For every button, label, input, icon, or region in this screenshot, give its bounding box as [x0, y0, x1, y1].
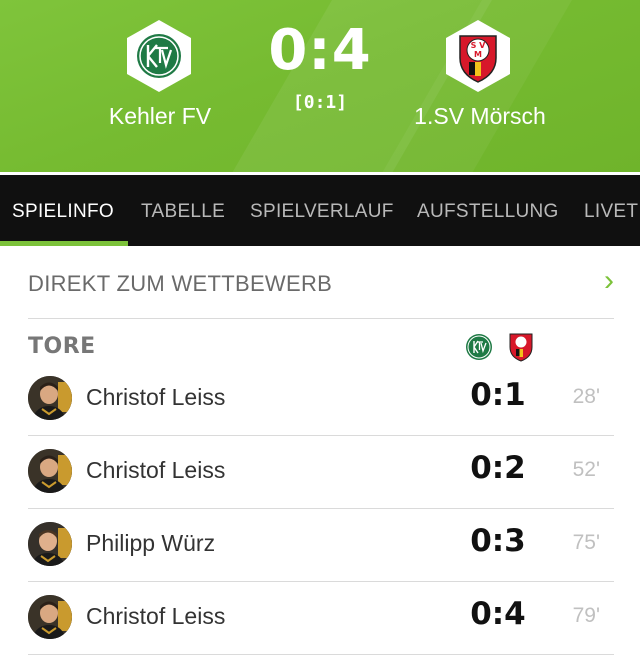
player-avatar — [28, 376, 72, 420]
goal-minute: 52' — [572, 458, 600, 481]
svg-text:S V: S V — [471, 41, 487, 50]
tab-aufstellung[interactable]: AUFSTELLUNG — [417, 201, 559, 223]
scorer-name[interactable]: Christof Leiss — [86, 384, 225, 411]
goal-score: 0:1 — [470, 377, 526, 413]
home-team-mini-crest-icon — [465, 332, 493, 362]
goal-minute: 28' — [572, 385, 600, 408]
scorer-name[interactable]: Philipp Würz — [86, 530, 215, 557]
player-avatar — [28, 595, 72, 639]
home-team-name[interactable]: Kehler FV — [50, 103, 270, 130]
goal-row[interactable]: Christof Leiss 0:4 79' — [28, 582, 614, 655]
goal-minute: 79' — [572, 604, 600, 627]
away-team-mini-crest-icon — [507, 332, 535, 362]
tab-tabelle[interactable]: TABELLE — [141, 201, 225, 223]
away-team-crest-icon[interactable]: S V M — [443, 18, 513, 94]
tab-spielinfo[interactable]: SPIELINFO — [12, 201, 114, 223]
tab-bar: SPIELINFO TABELLE SPIELVERLAUF AUFSTELLU… — [0, 172, 640, 246]
scorer-name[interactable]: Christof Leiss — [86, 603, 225, 630]
competition-link[interactable]: DIREKT ZUM WETTBEWERB › — [28, 246, 614, 319]
match-score: 0:4 — [268, 18, 372, 83]
tab-liveticker[interactable]: LIVET — [584, 201, 638, 223]
chevron-right-icon: › — [604, 264, 614, 297]
goal-score: 0:4 — [470, 596, 526, 632]
match-header: Kehler FV 0:4 [0:1] S V M 1.SV Mörsch — [0, 0, 640, 172]
halftime-score: [0:1] — [292, 92, 348, 113]
goal-row[interactable]: Christof Leiss 0:1 28' — [28, 363, 614, 436]
home-team-crest-icon[interactable] — [124, 18, 194, 94]
match-info-card: DIREKT ZUM WETTBEWERB › TORE Christof Le… — [0, 246, 640, 665]
goals-title: TORE — [28, 334, 96, 359]
scorer-name[interactable]: Christof Leiss — [86, 457, 225, 484]
tab-spielverlauf[interactable]: SPIELVERLAUF — [250, 201, 394, 223]
goal-row[interactable]: Christof Leiss 0:2 52' — [28, 436, 614, 509]
competition-link-label: DIREKT ZUM WETTBEWERB — [28, 271, 333, 296]
goal-score: 0:2 — [470, 450, 526, 486]
away-team-name[interactable]: 1.SV Mörsch — [370, 103, 590, 130]
goal-minute: 75' — [572, 531, 600, 554]
goal-row[interactable]: Philipp Würz 0:3 75' — [28, 509, 614, 582]
goal-score: 0:3 — [470, 523, 526, 559]
svg-text:M: M — [474, 50, 482, 59]
player-avatar — [28, 522, 72, 566]
player-avatar — [28, 449, 72, 493]
